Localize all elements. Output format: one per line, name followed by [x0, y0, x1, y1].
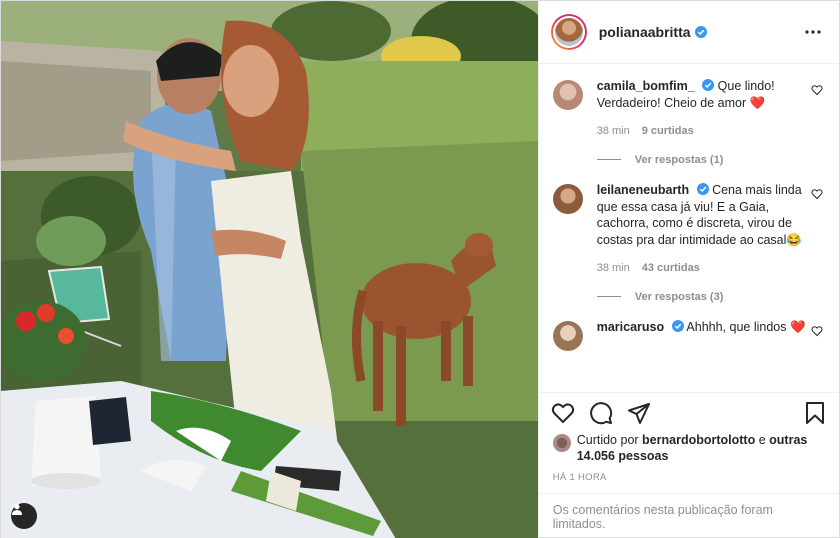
- like-comment-heart-icon[interactable]: [811, 84, 823, 96]
- avatar-frame: [552, 16, 585, 48]
- verified-badge-icon: [671, 320, 684, 332]
- comments-limited-notice: Os comentários nesta publicação foram li…: [538, 493, 839, 538]
- replies-divider: [596, 296, 621, 298]
- liked-by-and: e: [758, 433, 766, 447]
- comment-text: Ahhhh, que lindos: [686, 320, 787, 334]
- comment-text-line: leilaneneubarth Cena mais linda que essa…: [597, 182, 807, 248]
- verified-badge-icon: [696, 183, 709, 195]
- comment-meta: 38 min 9 curtidas: [597, 123, 807, 140]
- post-timestamp[interactable]: HÁ 1 HORA: [539, 464, 839, 493]
- view-replies-label: Ver respostas (1): [634, 153, 724, 166]
- view-replies-button[interactable]: Ver respostas (3): [596, 289, 807, 306]
- comment-body: camila_bomfim_ Que lindo! Verdadeiro! Ch…: [596, 78, 807, 169]
- comment-time[interactable]: 38 min: [597, 123, 630, 140]
- post-header: polianaabritta: [538, 1, 839, 64]
- post-photo[interactable]: [1, 1, 538, 538]
- verified-badge-icon: [694, 26, 707, 38]
- author-avatar[interactable]: [550, 14, 587, 50]
- verified-badge-icon: [702, 79, 715, 91]
- comment-bubble-icon[interactable]: [589, 401, 613, 425]
- more-options-icon[interactable]: [801, 20, 825, 44]
- comment-emoji: 😂: [786, 232, 802, 247]
- comments-list[interactable]: camila_bomfim_ Que lindo! Verdadeiro! Ch…: [539, 64, 839, 392]
- commenter-avatar[interactable]: [552, 80, 583, 110]
- comment-username[interactable]: maricaruso: [597, 320, 664, 334]
- comment-body: maricaruso Ahhhh, que lindos ❤️: [597, 319, 807, 351]
- liker-avatar[interactable]: [552, 434, 571, 452]
- view-replies-label: Ver respostas (3): [634, 290, 724, 303]
- commenter-avatar[interactable]: [552, 321, 583, 351]
- author-username[interactable]: polianaabritta: [599, 24, 691, 40]
- comment-body: leilaneneubarth Cena mais linda que essa…: [596, 182, 807, 306]
- like-comment-heart-icon[interactable]: [811, 325, 823, 337]
- user-icon: [12, 504, 22, 515]
- commenter-avatar[interactable]: [552, 184, 583, 214]
- comment-emoji: ❤️: [749, 95, 766, 110]
- view-replies-button[interactable]: Ver respostas (1): [596, 152, 807, 169]
- comment-text-line: camila_bomfim_ Que lindo! Verdadeiro! Ch…: [597, 78, 807, 111]
- liked-by-text: Curtido por bernardobortolotto e outras …: [577, 432, 825, 464]
- comment-likes[interactable]: 43 curtidas: [642, 260, 700, 277]
- comment-item: camila_bomfim_ Que lindo! Verdadeiro! Ch…: [552, 78, 825, 169]
- instagram-post: polianaabritta camila_bomfim_ Que lindo!…: [0, 0, 840, 538]
- share-paper-plane-icon[interactable]: [627, 401, 651, 425]
- comment-username[interactable]: camila_bomfim_: [597, 79, 695, 93]
- comment-text-line: maricaruso Ahhhh, que lindos ❤️: [597, 319, 807, 336]
- liked-by-prefix: Curtido por: [576, 433, 639, 447]
- comment-item: leilaneneubarth Cena mais linda que essa…: [552, 182, 825, 306]
- liker-username[interactable]: bernardobortolotto: [642, 433, 755, 447]
- photo-illustration: [1, 1, 538, 538]
- comment-emoji: ❤️: [789, 320, 806, 334]
- liked-by-summary: Curtido por bernardobortolotto e outras …: [539, 432, 839, 464]
- comment-item: maricaruso Ahhhh, que lindos ❤️: [552, 319, 825, 351]
- comment-username[interactable]: leilaneneubarth: [597, 183, 689, 197]
- comment-likes[interactable]: 9 curtidas: [642, 123, 694, 140]
- comment-time[interactable]: 38 min: [597, 260, 630, 277]
- like-heart-icon[interactable]: [551, 401, 575, 425]
- like-comment-heart-icon[interactable]: [811, 188, 823, 200]
- post-side-panel: polianaabritta camila_bomfim_ Que lindo!…: [537, 1, 839, 538]
- tagged-users-button[interactable]: [11, 503, 37, 529]
- comment-meta: 38 min 43 curtidas: [597, 260, 807, 277]
- post-actions-bar: [538, 392, 839, 432]
- save-bookmark-icon[interactable]: [803, 401, 827, 425]
- more-dots: [805, 30, 821, 34]
- avatar-image: [554, 18, 583, 46]
- replies-divider: [596, 159, 621, 161]
